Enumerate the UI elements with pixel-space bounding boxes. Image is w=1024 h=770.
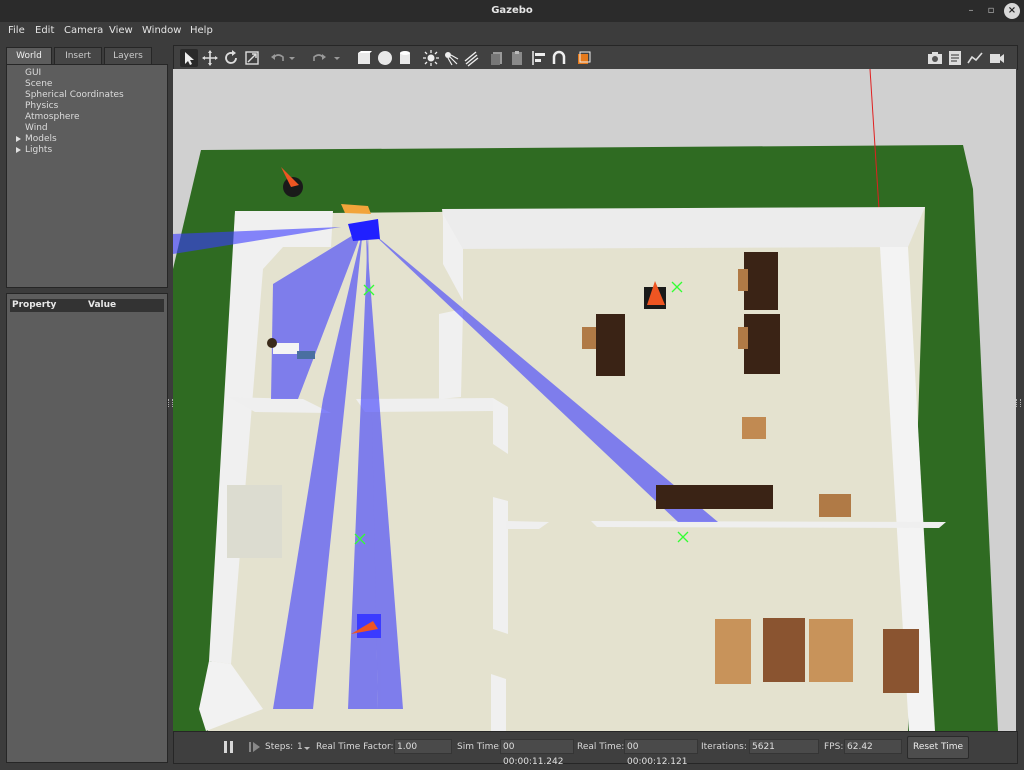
translate-icon[interactable] <box>201 49 219 67</box>
value-column-header: Value <box>88 300 117 310</box>
scale-icon[interactable] <box>243 49 261 67</box>
redo-icon[interactable] <box>310 49 328 67</box>
sim-time-label: Sim Time: <box>457 742 502 752</box>
close-icon[interactable]: × <box>1004 3 1020 19</box>
simulation-bar: Steps: 1 Real Time Factor: 1.00 Sim Time… <box>173 731 1018 767</box>
chair <box>742 417 766 439</box>
iterations-value: 5621 <box>749 739 819 754</box>
wall <box>591 521 946 528</box>
menu-bar: File Edit Camera View Window Help <box>0 22 1024 42</box>
chair <box>738 269 748 291</box>
tree-item-models[interactable]: Models <box>25 134 57 144</box>
tree-item-spherical-coordinates[interactable]: Spherical Coordinates <box>25 90 124 100</box>
iterations-label: Iterations: <box>701 742 747 752</box>
copy-icon[interactable] <box>488 49 506 67</box>
sim-time-value: 00 00:00:11.242 <box>500 739 574 767</box>
menu-help[interactable]: Help <box>190 25 213 36</box>
expand-arrow-icon[interactable] <box>16 147 21 153</box>
sphere-icon[interactable] <box>376 49 394 67</box>
tree-item-scene[interactable]: Scene <box>25 79 52 89</box>
reset-time-button[interactable]: Reset Time <box>907 736 969 759</box>
screenshot-icon[interactable] <box>926 49 944 67</box>
pause-icon[interactable] <box>223 740 235 757</box>
tree-item-lights[interactable]: Lights <box>25 145 52 155</box>
paste-icon[interactable] <box>508 49 526 67</box>
toolbar <box>173 45 1018 70</box>
window-title: Gazebo <box>491 5 533 16</box>
real-time-label: Real Time: <box>577 742 625 752</box>
tab-insert[interactable]: Insert <box>54 47 102 64</box>
select-arrow-icon[interactable] <box>180 49 198 67</box>
redo-dropdown-icon[interactable] <box>333 49 341 67</box>
desk <box>656 485 773 509</box>
rtf-label: Real Time Factor: <box>316 742 394 752</box>
menu-window[interactable]: Window <box>142 25 181 36</box>
tree-item-wind[interactable]: Wind <box>25 123 48 133</box>
fps-value: 62.42 <box>844 739 902 754</box>
desk <box>744 252 778 310</box>
wall <box>439 309 463 399</box>
tree-item-gui[interactable]: GUI <box>25 68 41 78</box>
table <box>763 618 805 682</box>
window-titlebar: Gazebo – ▫ × <box>0 0 1024 22</box>
step-icon[interactable] <box>248 741 262 756</box>
spot-light-icon[interactable] <box>442 49 460 67</box>
align-icon[interactable] <box>530 49 548 67</box>
tab-layers[interactable]: Layers <box>104 47 152 64</box>
steps-dropdown-icon[interactable] <box>304 744 310 755</box>
wall <box>493 497 508 634</box>
rtf-value: 1.00 <box>394 739 452 754</box>
menu-file[interactable]: File <box>8 25 25 36</box>
property-header: Property Value <box>10 299 164 312</box>
chair <box>582 327 596 349</box>
view-angle-icon[interactable] <box>575 49 593 67</box>
left-panel: World Insert Layers GUI Scene Spherical … <box>6 45 168 763</box>
3d-viewport[interactable] <box>173 69 1016 731</box>
minimize-icon[interactable]: – <box>963 3 979 19</box>
tab-world[interactable]: World <box>6 47 52 64</box>
cabinet <box>883 629 919 693</box>
world-tree: GUI Scene Spherical Coordinates Physics … <box>6 64 168 288</box>
cabinet <box>819 494 851 517</box>
fps-label: FPS: <box>824 742 844 752</box>
steps-label: Steps: <box>265 742 294 752</box>
video-icon[interactable] <box>988 49 1006 67</box>
property-panel: Property Value <box>6 293 168 763</box>
bookshelf <box>227 485 282 558</box>
wall <box>442 207 925 249</box>
menu-view[interactable]: View <box>109 25 133 36</box>
cylinder-icon[interactable] <box>396 49 414 67</box>
right-splitter-handle[interactable] <box>1016 399 1021 407</box>
real-time-value: 00 00:00:12.121 <box>624 739 698 767</box>
steps-value[interactable]: 1 <box>297 742 303 752</box>
plot-icon[interactable] <box>966 49 984 67</box>
undo-dropdown-icon[interactable] <box>288 49 296 67</box>
maximize-icon[interactable]: ▫ <box>983 3 999 19</box>
expand-arrow-icon[interactable] <box>16 136 21 142</box>
directional-light-icon[interactable] <box>462 49 480 67</box>
box-icon[interactable] <box>355 49 373 67</box>
snap-icon[interactable] <box>550 49 568 67</box>
tree-item-physics[interactable]: Physics <box>25 101 58 111</box>
point-light-icon[interactable] <box>422 49 440 67</box>
tree-item-atmosphere[interactable]: Atmosphere <box>25 112 79 122</box>
desk <box>596 314 625 376</box>
desk <box>744 314 780 374</box>
property-column-header: Property <box>12 300 57 310</box>
menu-edit[interactable]: Edit <box>35 25 54 36</box>
rotate-icon[interactable] <box>222 49 240 67</box>
undo-icon[interactable] <box>269 49 287 67</box>
log-icon[interactable] <box>946 49 964 67</box>
wall <box>491 674 506 731</box>
sofa <box>715 619 751 684</box>
sofa <box>809 619 853 682</box>
menu-camera[interactable]: Camera <box>64 25 103 36</box>
chair <box>738 327 748 349</box>
